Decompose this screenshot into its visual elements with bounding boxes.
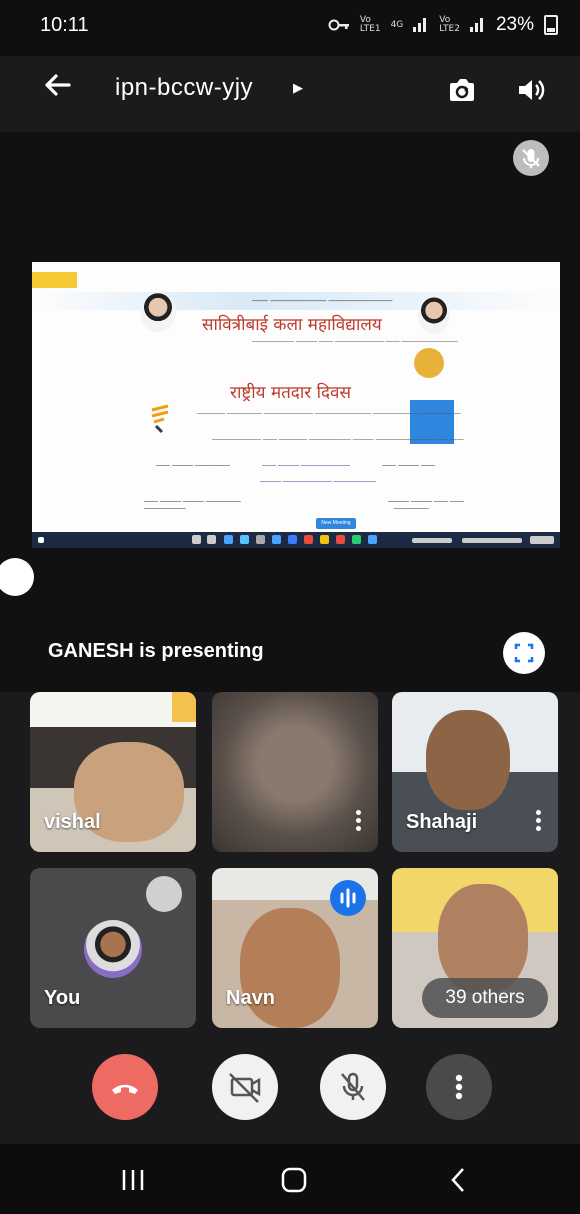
speaker-icon[interactable] (513, 72, 549, 108)
slide-voter-logo (148, 404, 174, 434)
nav-back-icon[interactable] (448, 1166, 468, 1199)
more-vertical-icon[interactable] (356, 810, 362, 832)
slide-taskbar (32, 532, 560, 548)
sim2-label: Vo LTE2 (439, 15, 460, 34)
more-vertical-icon (455, 1074, 463, 1100)
slide-name-4: ——— ——————— —————— (260, 478, 376, 485)
home-icon[interactable] (280, 1166, 308, 1199)
others-count-chip[interactable]: 39 others (422, 978, 548, 1018)
battery-icon (544, 15, 558, 35)
phone-hangup-icon (112, 1084, 138, 1094)
signal-bars-1-icon (413, 18, 429, 32)
status-time: 10:11 (40, 14, 89, 36)
slide-event-title: राष्ट्रीय मतदार दिवस (230, 383, 351, 403)
end-call-button[interactable] (92, 1054, 158, 1120)
slide-date-line: ——————— —— ———— —————— ——— ———————— —— —… (212, 436, 464, 443)
participant-tile-2[interactable] (212, 692, 378, 852)
key-icon (328, 19, 349, 31)
presenter-muted-icon (513, 140, 549, 176)
slide-college-name: सावित्रीबाई कला महाविद्यालय (202, 315, 382, 335)
participant-tile-others[interactable]: 39 others (392, 868, 558, 1028)
fullscreen-icon[interactable] (503, 632, 545, 674)
slide-header-line: —— ——————— ———————— (252, 296, 393, 305)
slide-subtitle-line: ———— ————— ——————— ———————— ——————— ————… (197, 410, 461, 417)
switch-camera-icon[interactable] (444, 72, 480, 108)
meeting-code[interactable]: ipn-bccw-yjy (115, 74, 253, 102)
sim1-label: Vo LTE1 (359, 15, 381, 34)
more-options-button[interactable] (426, 1054, 492, 1120)
slide-emblem (414, 348, 444, 378)
meeting-info-caret-icon[interactable]: ▶ (293, 80, 303, 96)
participant-face (240, 908, 340, 1028)
slide-portrait-left (140, 292, 176, 332)
tile-background-poster (172, 692, 196, 722)
back-arrow-icon[interactable] (42, 70, 72, 106)
mic-off-icon (341, 1072, 365, 1101)
audio-wave-icon (330, 880, 366, 916)
more-vertical-icon[interactable] (536, 810, 542, 832)
signal-bars-2-icon (469, 18, 486, 32)
slide-name-2: —— ——— ——————— (262, 462, 350, 469)
camera-toggle-button[interactable] (212, 1054, 278, 1120)
self-muted-badge (146, 876, 182, 912)
network-label: 4G (390, 19, 404, 30)
participant-name: vishal (44, 811, 101, 833)
recents-icon[interactable] (120, 1168, 146, 1197)
status-indicators: Vo LTE1 4G Vo LTE2 23% (328, 14, 558, 36)
status-bar: 10:11 Vo LTE1 4G Vo LTE2 23% (0, 0, 580, 56)
slide-name-5: —— ——— ——— ————— —————— (144, 498, 241, 512)
slide-address-line: —————— ——— —— ——————— —— ———————— (252, 338, 458, 345)
battery-percent: 23% (495, 14, 534, 35)
participant-tile-navn[interactable]: Navn (212, 868, 378, 1028)
avatar (84, 920, 142, 978)
participant-name: Navn (226, 987, 275, 1009)
camera-off-icon (229, 1073, 261, 1103)
presenting-label: GANESH is presenting (48, 640, 264, 662)
slide-name-3: —— ——— —— (382, 462, 435, 469)
slide-portrait-right (418, 296, 450, 334)
system-nav-bar (0, 1144, 580, 1214)
participant-name: Shahaji (406, 811, 478, 833)
slide-name-1: —— ——— ————— (156, 462, 230, 469)
participant-face (426, 710, 510, 810)
slide-new-meeting-button: New Meeting (316, 518, 356, 529)
participant-tile-you[interactable]: You (30, 868, 196, 1028)
participant-name: You (44, 987, 81, 1009)
participant-tile-vishal[interactable]: vishal (30, 692, 196, 852)
mic-toggle-button[interactable] (320, 1054, 386, 1120)
participant-tile-shahaji[interactable]: Shahaji (392, 692, 558, 852)
shared-screen-slide: —— ——————— ———————— सावित्रीबाई कला महाव… (32, 262, 560, 548)
slide-name-6: ——— ——— —— —— ————— (388, 498, 464, 512)
slide-tag (32, 272, 77, 288)
